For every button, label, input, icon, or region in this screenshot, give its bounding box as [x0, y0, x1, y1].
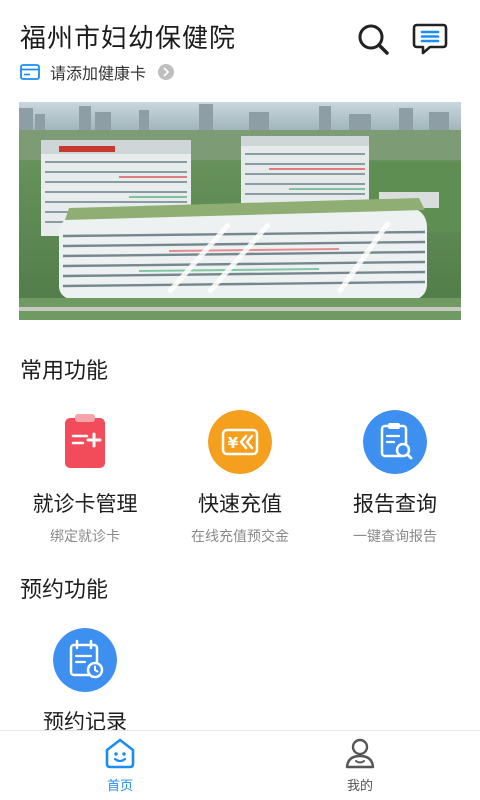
report-query-button[interactable]: 报告查询 一键查询报告 [315, 410, 475, 546]
function-subtitle: 绑定就诊卡 [50, 529, 120, 545]
calendar-record-icon [53, 628, 117, 692]
function-title: 就诊卡管理 [32, 492, 138, 516]
svg-text:¥: ¥ [228, 434, 239, 452]
report-search-icon [363, 410, 427, 474]
header: 福州市妇幼保健院 请添加健康卡 [0, 0, 480, 100]
function-title: 报告查询 [353, 492, 437, 516]
card-icon [20, 64, 40, 80]
medical-card-icon [65, 414, 105, 468]
user-icon [345, 738, 375, 769]
hospital-banner-image[interactable] [19, 102, 461, 320]
appointment-functions-title: 预约功能 [20, 578, 109, 603]
function-subtitle: 一键查询报告 [353, 529, 437, 545]
function-subtitle: 在线充值预交金 [191, 529, 289, 545]
bottom-tab-bar: 首页 我的 [0, 730, 480, 800]
message-button[interactable] [412, 22, 448, 56]
search-button[interactable] [356, 22, 390, 56]
chevron-right-icon [158, 64, 175, 80]
medical-card-management-button[interactable]: 就诊卡管理 绑定就诊卡 [5, 410, 165, 546]
common-functions-title: 常用功能 [20, 359, 109, 384]
tab-mine-label: 我的 [346, 779, 373, 794]
search-icon [358, 24, 389, 55]
appointment-record-button[interactable]: 预约记录 [5, 628, 165, 736]
hospital-name: 福州市妇幼保健院 [20, 24, 237, 54]
tab-mine[interactable]: 我的 [300, 737, 420, 794]
tab-home[interactable]: 首页 [60, 737, 180, 794]
message-icon [412, 23, 448, 55]
function-title: 快速充值 [198, 492, 282, 516]
quick-recharge-button[interactable]: ¥ 快速充值 在线充值预交金 [160, 410, 320, 546]
add-health-card-label: 请添加健康卡 [50, 64, 147, 83]
yuan-recharge-icon: ¥ [208, 410, 272, 474]
add-health-card-link[interactable]: 请添加健康卡 [20, 60, 175, 84]
hospital-building-illustration [19, 102, 461, 320]
tab-home-label: 首页 [106, 779, 133, 794]
home-icon [105, 738, 135, 769]
